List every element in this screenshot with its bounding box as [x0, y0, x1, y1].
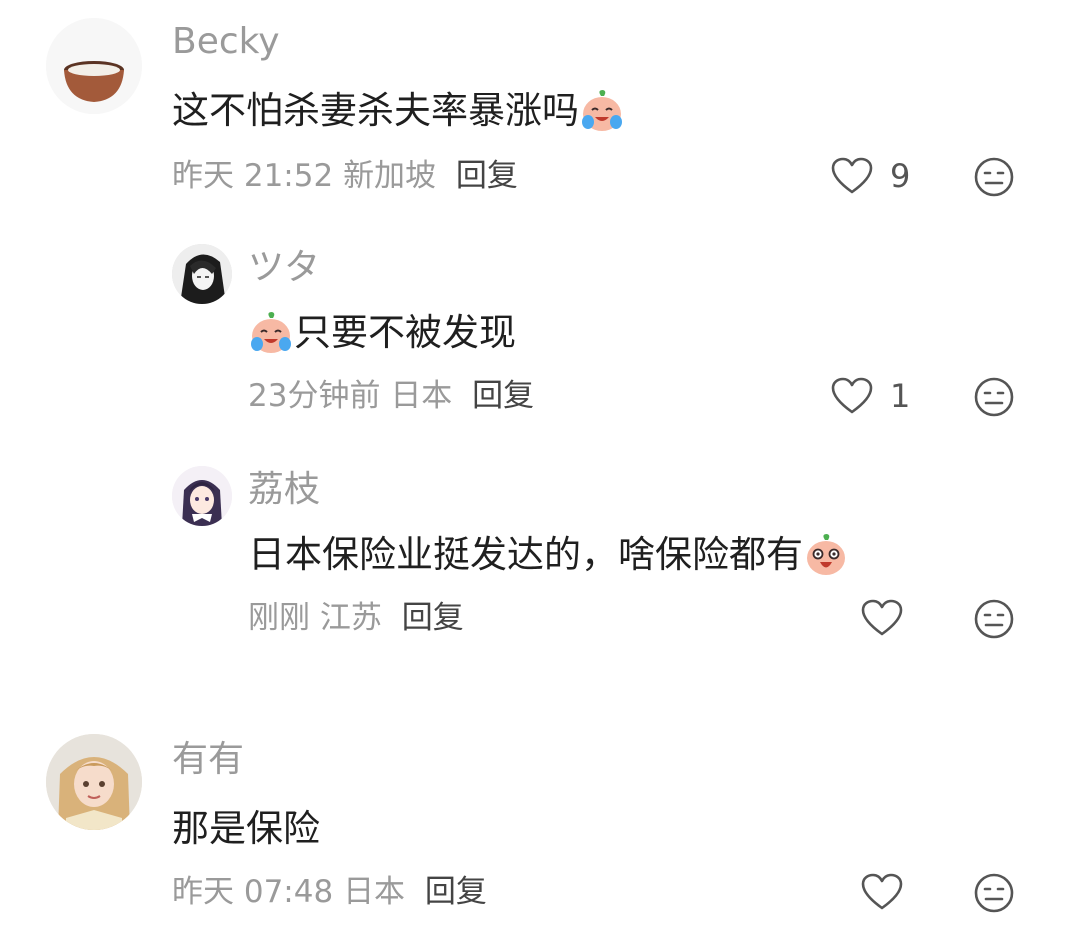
timestamp: 刚刚 — [248, 600, 310, 636]
dislike-button[interactable] — [973, 156, 1015, 198]
comment-text: 这不怕杀妻杀夫率暴涨吗 — [172, 88, 625, 134]
comment-text: 那是保险 — [172, 806, 320, 852]
comment-text-body: 日本保险业挺发达的，啥保险都有 — [248, 533, 803, 576]
coconut-icon — [46, 18, 142, 114]
child-portrait-avatar-icon — [46, 734, 142, 830]
location: 新加坡 — [343, 158, 437, 194]
meh-face-icon — [974, 377, 1014, 417]
timestamp: 23分钟前 — [248, 378, 381, 414]
username[interactable]: ツタ — [248, 248, 320, 288]
comment-text-body: 只要不被发现 — [294, 311, 516, 354]
reply-item: 荔枝 日本保险业挺发达的，啥保险都有 刚刚 江苏 回复 — [0, 450, 1080, 670]
avatar[interactable] — [46, 18, 142, 114]
meh-face-icon — [974, 873, 1014, 913]
heart-outline-icon — [861, 599, 903, 636]
like-button[interactable] — [860, 872, 904, 912]
comment-text-body: 那是保险 — [172, 807, 320, 850]
like-button[interactable]: 9 — [830, 156, 910, 196]
heart-outline-icon — [861, 873, 903, 910]
like-button[interactable]: 1 — [830, 376, 910, 416]
like-count: 9 — [890, 157, 911, 195]
dislike-button[interactable] — [973, 376, 1015, 418]
manga-character-avatar-icon — [172, 244, 232, 304]
heart-outline-icon — [831, 157, 873, 194]
meh-face-icon — [974, 599, 1014, 639]
heart-outline-icon — [831, 377, 873, 414]
reply-button[interactable]: 回复 — [402, 600, 464, 636]
reply-button[interactable]: 回复 — [425, 874, 487, 910]
avatar[interactable] — [172, 244, 232, 304]
timestamp: 昨天 07:48 — [172, 874, 334, 910]
location: 日本 — [343, 874, 406, 910]
avatar[interactable] — [172, 466, 232, 526]
comment-text-body: 这不怕杀妻杀夫率暴涨吗 — [172, 89, 579, 132]
location: 江苏 — [319, 600, 382, 636]
crying-laugh-peach-emoji — [248, 310, 294, 356]
comment-meta: 昨天 21:52 新加坡 回复 — [172, 156, 518, 196]
comment-text: 只要不被发现 — [248, 310, 516, 356]
comment-item: 有有 那是保险 昨天 07:48 日本 回复 — [0, 720, 1080, 927]
username[interactable]: Becky — [172, 22, 280, 62]
like-count: 1 — [890, 377, 911, 415]
comment-text: 日本保险业挺发达的，啥保险都有 — [248, 532, 849, 578]
comment-meta: 昨天 07:48 日本 回复 — [172, 872, 487, 912]
reply-item: ツタ 只要不被发现 23分钟前 日本 回复 1 — [0, 230, 1080, 440]
dislike-button[interactable] — [973, 598, 1015, 640]
dislike-button[interactable] — [973, 872, 1015, 914]
avatar[interactable] — [46, 734, 142, 830]
timestamp: 昨天 21:52 — [172, 158, 334, 194]
comment-meta: 刚刚 江苏 回复 — [248, 598, 464, 638]
like-button[interactable] — [860, 598, 904, 638]
username[interactable]: 有有 — [172, 740, 244, 780]
location: 日本 — [390, 378, 453, 414]
meh-face-icon — [974, 157, 1014, 197]
comment-meta: 23分钟前 日本 回复 — [248, 376, 534, 416]
crying-laugh-peach-emoji — [579, 88, 625, 134]
anime-girl-avatar-icon — [172, 466, 232, 526]
comment-item: Becky 这不怕杀妻杀夫率暴涨吗 昨天 21:52 新加坡 回复 9 — [0, 0, 1080, 220]
reply-button[interactable]: 回复 — [456, 158, 518, 194]
shocked-peach-emoji — [803, 532, 849, 578]
username[interactable]: 荔枝 — [248, 470, 320, 510]
reply-button[interactable]: 回复 — [472, 378, 534, 414]
